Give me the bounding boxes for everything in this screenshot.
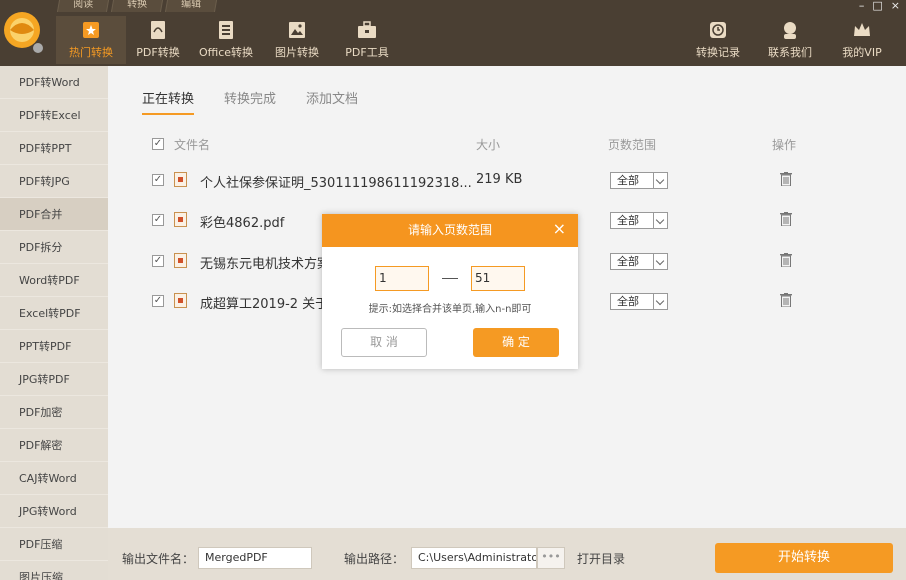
pdf-icon [151,21,165,39]
range-separator [442,278,458,279]
tool-image-convert[interactable]: 图片转换 [262,16,332,64]
sidebar-item-pdf-compress[interactable]: PDF压缩 [0,528,108,561]
pdf-file-icon [174,293,187,308]
tool-contact[interactable]: 联系我们 [754,16,826,64]
output-name-label: 输出文件名： [122,552,195,566]
sidebar-item-caj-to-word[interactable]: CAJ转Word [0,462,108,495]
file-name: 彩色4862.pdf [200,216,285,231]
table-row: ✓ 个人社保参保证明_530111198611192318... 219 KB … [108,166,906,196]
page-range-select[interactable]: 全部 [610,212,668,229]
top-tabs: 阅读 转换 编辑 [56,0,220,12]
maximize-button[interactable]: □ [872,0,882,12]
top-tab-convert[interactable]: 转换 [110,0,164,12]
close-window-button[interactable]: × [891,0,900,12]
output-path-label: 输出路径： [344,552,405,566]
tool-hot-convert[interactable]: 热门转换 [56,16,126,64]
trash-icon[interactable] [780,212,792,226]
sidebar-item-pdf-split[interactable]: PDF拆分 [0,231,108,264]
file-name: 个人社保参保证明_530111198611192318... [200,176,472,191]
sidebar-item-jpg-to-pdf[interactable]: JPG转PDF [0,363,108,396]
sidebar-item-pdf-encrypt[interactable]: PDF加密 [0,396,108,429]
page-range-select[interactable]: 全部 [610,293,668,310]
office-icon [219,21,233,39]
support-icon [784,22,796,39]
pdf-file-icon [174,172,187,187]
row-checkbox[interactable]: ✓ [152,214,164,226]
crown-icon [854,23,870,36]
sidebar-item-jpg-to-word[interactable]: JPG转Word [0,495,108,528]
pdf-file-icon [174,253,187,268]
sidebar-item-pdf-to-word[interactable]: PDF转Word [0,66,108,99]
page-range-dialog: 请输入页数范围 × 1 51 提示:如选择合并该单页,输入n-n即可 取 消 确… [322,214,578,369]
bottom-bar: 输出文件名： MergedPDF 输出路径： C:\Users\Administ… [108,528,906,580]
tool-history[interactable]: 转换记录 [682,16,754,64]
confirm-button[interactable]: 确 定 [473,328,559,357]
page-range-select[interactable]: 全部 [610,172,668,189]
output-name-input[interactable]: MergedPDF [198,547,312,569]
cancel-button[interactable]: 取 消 [341,328,427,357]
close-icon[interactable]: × [553,214,566,244]
chevron-down-icon [653,294,667,309]
sidebar-item-image-compress[interactable]: 图片压缩 [0,561,108,580]
page-range-select[interactable]: 全部 [610,253,668,270]
sidebar-item-excel-to-pdf[interactable]: Excel转PDF [0,297,108,330]
sidebar-item-pdf-to-excel[interactable]: PDF转Excel [0,99,108,132]
top-tab-edit[interactable]: 编辑 [164,0,218,12]
header-range: 页数范围 [608,138,657,152]
tool-pdf-convert[interactable]: PDF转换 [126,16,190,64]
pdf-file-icon [174,212,187,227]
trash-icon[interactable] [780,253,792,267]
trash-icon[interactable] [780,172,792,186]
tab-converting[interactable]: 正在转换 [142,88,195,115]
header-name: 文件名 [174,138,211,152]
sidebar-item-pdf-to-jpg[interactable]: PDF转JPG [0,165,108,198]
main-toolbar: 热门转换 PDF转换 Office转换 图片转换 PDF工具 [56,16,402,64]
dialog-hint: 提示:如选择合并该单页,输入n-n即可 [368,304,532,315]
tool-pdf-tools[interactable]: PDF工具 [332,16,402,64]
tab-add-document[interactable]: 添加文档 [306,88,358,115]
browse-button[interactable]: ••• [537,547,565,569]
hot-icon [83,22,99,38]
start-convert-button[interactable]: 开始转换 [715,543,893,573]
minimize-button[interactable]: – [859,0,865,12]
tool-vip[interactable]: 我的VIP [826,16,898,64]
select-all-checkbox[interactable]: ✓ [152,138,164,150]
sidebar-item-pdf-merge[interactable]: PDF合并 [0,198,108,231]
right-toolbar: 转换记录 联系我们 我的VIP [682,16,898,64]
dialog-title: 请输入页数范围 [407,223,492,237]
chevron-down-icon [653,254,667,269]
app-logo-icon [4,12,43,53]
sidebar-item-word-to-pdf[interactable]: Word转PDF [0,264,108,297]
file-name: 成超算工2019-2 关于 [200,297,329,312]
range-to-input[interactable]: 51 [471,266,525,291]
range-from-input[interactable]: 1 [375,266,429,291]
clock-icon [710,22,726,38]
dialog-header: 请输入页数范围 × [322,214,578,247]
file-size: 219 KB [476,172,523,187]
image-icon [289,22,305,38]
file-name: 无锡东元电机技术方案 [200,257,331,272]
chevron-down-icon [653,173,667,188]
output-path-input[interactable]: C:\Users\Administrator [411,547,537,569]
sidebar-item-ppt-to-pdf[interactable]: PPT转PDF [0,330,108,363]
row-checkbox[interactable]: ✓ [152,255,164,267]
chevron-down-icon [653,213,667,228]
top-bar: 阅读 转换 编辑 – □ × 热门转换 PDF转换 Office转换 图片转换 … [0,0,906,66]
toolbox-icon [358,21,376,38]
top-tab-read[interactable]: 阅读 [56,0,110,12]
tool-office-convert[interactable]: Office转换 [190,16,262,64]
sidebar-item-pdf-to-ppt[interactable]: PDF转PPT [0,132,108,165]
sidebar: PDF转Word PDF转Excel PDF转PPT PDF转JPG PDF合并… [0,66,108,580]
header-op: 操作 [772,138,797,152]
subtabs: 正在转换 转换完成 添加文档 [142,88,358,115]
header-size: 大小 [476,138,501,152]
table-header: ✓ 文件名 大小 页数范围 操作 [108,136,906,156]
window-controls: – □ × [859,0,900,12]
row-checkbox[interactable]: ✓ [152,174,164,186]
trash-icon[interactable] [780,293,792,307]
row-checkbox[interactable]: ✓ [152,295,164,307]
sidebar-item-pdf-decrypt[interactable]: PDF解密 [0,429,108,462]
tab-completed[interactable]: 转换完成 [224,88,276,115]
open-directory-link[interactable]: 打开目录 [577,550,625,567]
